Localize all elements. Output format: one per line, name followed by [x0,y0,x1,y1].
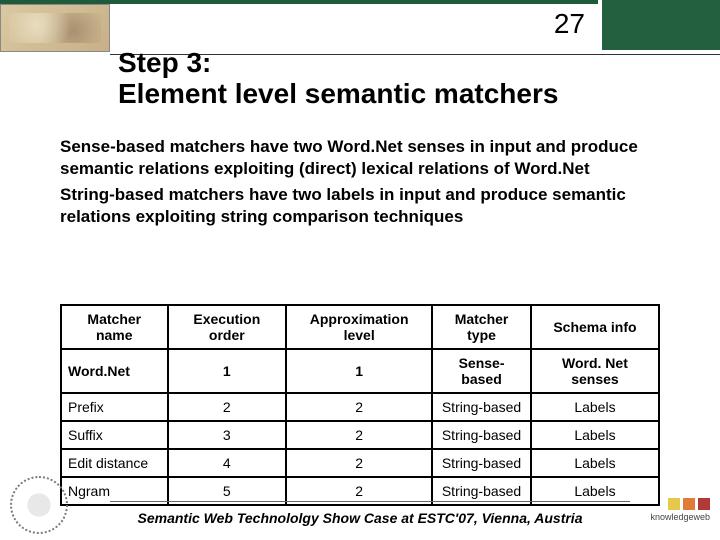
slide-title: Step 3: Element level semantic matchers [118,48,590,110]
kw-block-yellow [668,498,680,510]
knowledgeweb-logo: knowledgeweb [630,498,710,530]
table-cell: Labels [531,421,659,449]
table-cell: String-based [432,393,531,421]
kw-block-orange [683,498,695,510]
table-cell: 2 [286,393,432,421]
table-row: Suffix32String-basedLabels [61,421,659,449]
table-row: Prefix22String-basedLabels [61,393,659,421]
title-line-1: Step 3: [118,47,211,78]
sense-paragraph: Sense-based matchers have two Word.Net s… [60,136,660,180]
th-approx-level: Approximation level [286,305,432,349]
sense-lead: Sense-based matchers [60,137,245,156]
title-line-2: Element level semantic matchers [118,78,558,109]
table-body: Word.Net11Sense-basedWord. Net sensesPre… [61,349,659,505]
table-header-row: Matcher name Execution order Approximati… [61,305,659,349]
table-cell: Suffix [61,421,168,449]
footer-text: Semantic Web Technololgy Show Case at ES… [0,510,720,526]
table-cell: 2 [286,449,432,477]
string-paragraph: String-based matchers have two labels in… [60,184,660,228]
kw-label: knowledgeweb [630,512,710,522]
th-matcher-name: Matcher name [61,305,168,349]
slide-logo-image [0,4,110,52]
kw-block-red [698,498,710,510]
page-number: 27 [554,8,585,40]
string-lead: String-based matchers [60,185,244,204]
seal-icon [10,476,68,534]
th-exec-order: Execution order [168,305,287,349]
th-matcher-type: Matcher type [432,305,531,349]
table-cell: Word.Net [61,349,168,393]
table-cell: String-based [432,421,531,449]
table-cell: Sense-based [432,349,531,393]
table-cell: Prefix [61,393,168,421]
matchers-table: Matcher name Execution order Approximati… [60,304,660,506]
table-cell: 1 [168,349,287,393]
table-cell: Word. Net senses [531,349,659,393]
table-row: Edit distance42String-basedLabels [61,449,659,477]
table-cell: 2 [286,421,432,449]
table-cell: Labels [531,449,659,477]
page-number-box [598,0,720,54]
table-cell: Edit distance [61,449,168,477]
footer-rule [110,501,630,502]
th-schema-info: Schema info [531,305,659,349]
table-row: Word.Net11Sense-basedWord. Net senses [61,349,659,393]
kw-blocks [630,498,710,510]
table-cell: String-based [432,449,531,477]
table-cell: 3 [168,421,287,449]
table-cell: 2 [168,393,287,421]
table-cell: 4 [168,449,287,477]
table-cell: 1 [286,349,432,393]
table-cell: Labels [531,393,659,421]
body-paragraph: Sense-based matchers have two Word.Net s… [60,136,660,228]
